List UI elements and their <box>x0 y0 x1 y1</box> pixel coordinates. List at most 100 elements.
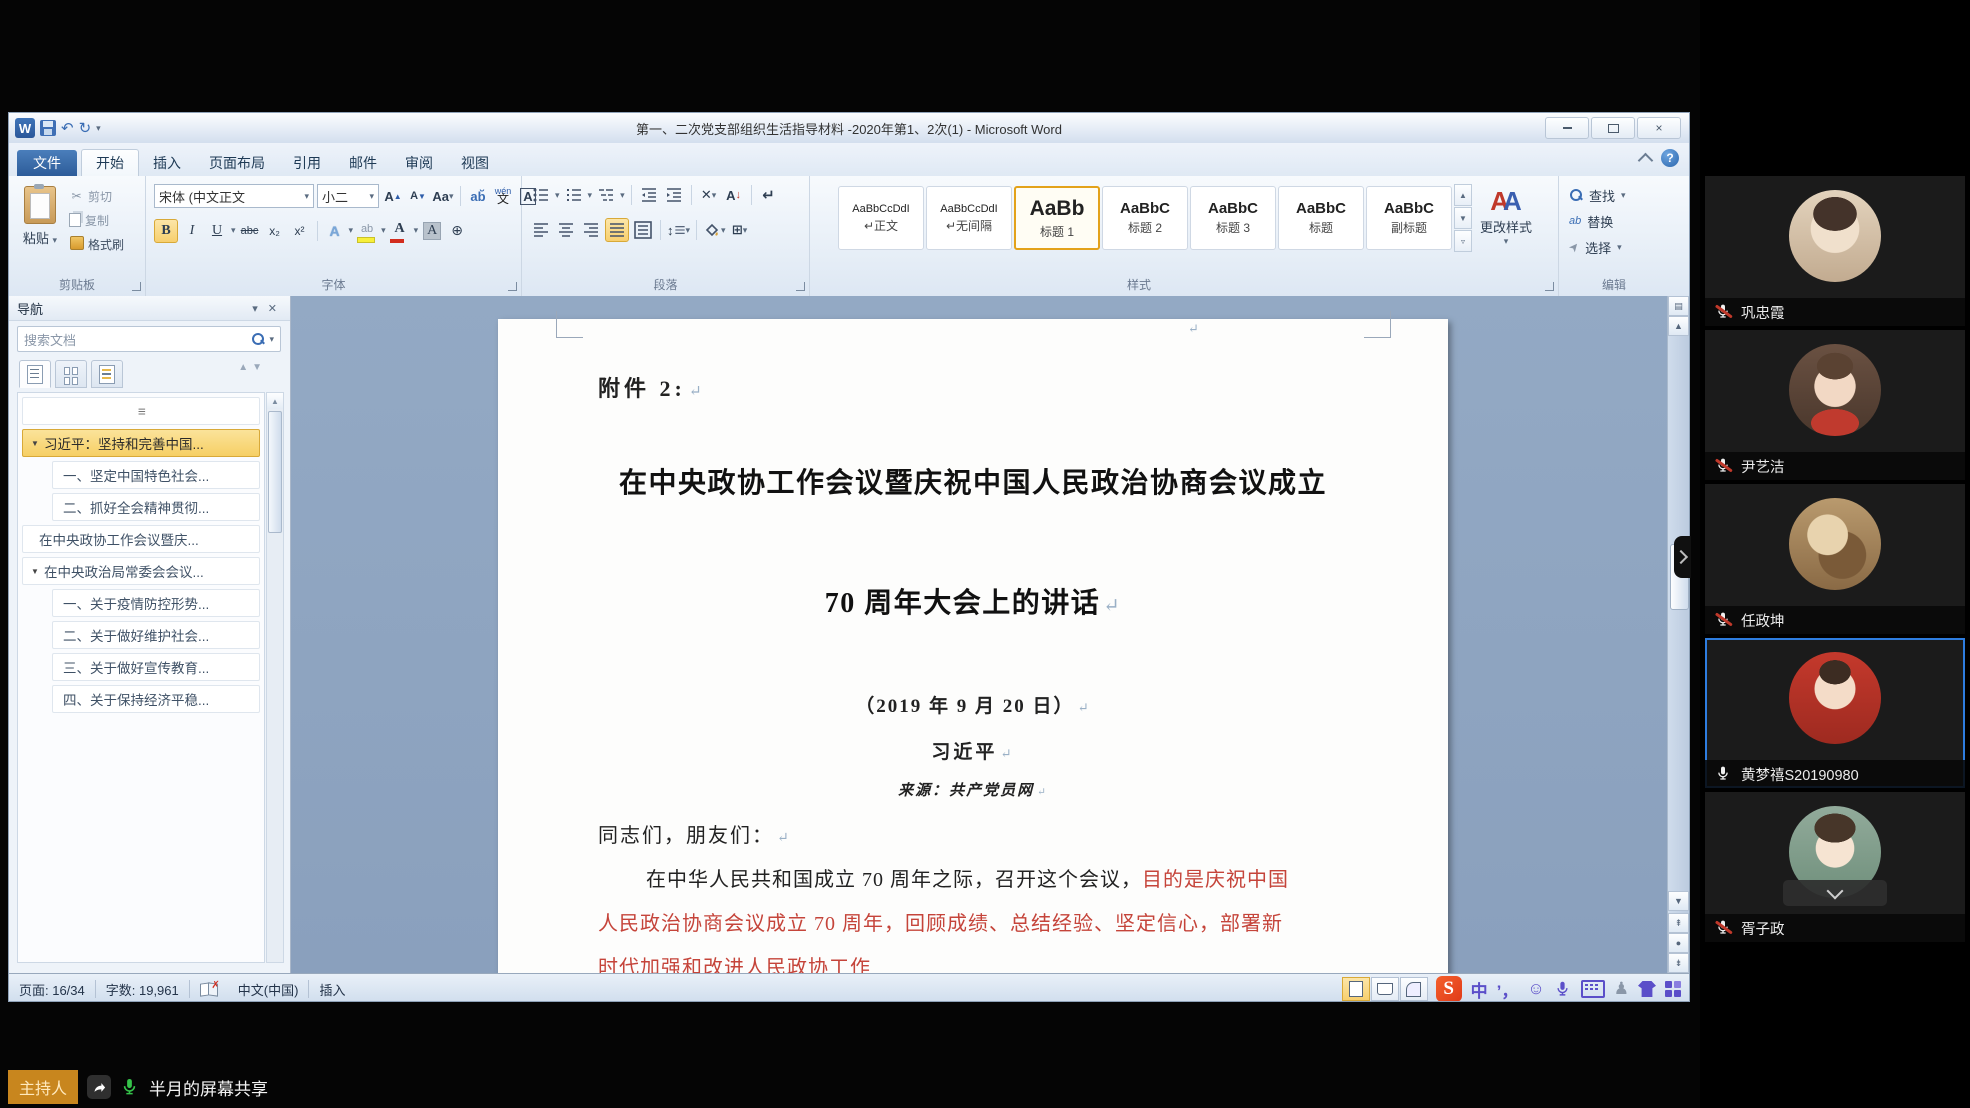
align-center-icon[interactable] <box>555 219 577 241</box>
nav-item[interactable]: 二、抓好全会精神贯彻... <box>52 493 260 521</box>
character-shading-button[interactable]: A <box>421 220 443 242</box>
minimize-button[interactable] <box>1545 117 1589 139</box>
page-indicator[interactable]: 页面: 16/34 <box>9 980 95 999</box>
tab-file[interactable]: 文件 <box>17 150 77 176</box>
search-icon[interactable] <box>251 332 265 346</box>
participant-tile[interactable]: 巩忠霞 <box>1705 176 1965 326</box>
voice-input-icon[interactable] <box>1554 980 1572 998</box>
paste-button[interactable]: 粘贴 ▾ <box>15 184 65 276</box>
asian-layout-icon[interactable]: ✕▾ <box>698 184 720 206</box>
participant-tile-active-speaker[interactable]: 黄梦禧S20190980 <box>1705 638 1965 788</box>
change-styles-button[interactable]: AA 更改样式 ▾ <box>1464 186 1548 247</box>
word-logo-icon[interactable]: W <box>15 118 35 138</box>
borders-icon[interactable]: ⊞▾ <box>729 219 751 241</box>
bold-button[interactable]: B <box>154 219 178 243</box>
nav-tab-pages[interactable] <box>55 360 87 388</box>
punctuation-icon[interactable]: ’， <box>1497 977 1519 1002</box>
italic-button[interactable]: I <box>181 220 203 242</box>
minimize-ribbon-icon[interactable] <box>1638 152 1654 168</box>
nav-tab-headings[interactable] <box>19 360 51 388</box>
font-dialog-launcher-icon[interactable] <box>508 282 517 291</box>
document-scrollbar[interactable]: ▤ ▲ ▼ ⇞ ● ⇟ <box>1667 296 1689 973</box>
cut-button[interactable]: ✂ 剪切 <box>69 184 124 208</box>
search-document-input[interactable]: 搜索文档 ▾ <box>17 326 281 352</box>
bullets-icon[interactable] <box>530 184 552 206</box>
next-page-icon[interactable]: ⇟ <box>1668 953 1689 973</box>
nav-item[interactable]: 一、坚定中国特色社会... <box>52 461 260 489</box>
word-count[interactable]: 字数: 19,961 <box>96 980 189 999</box>
grow-font-button[interactable]: A▲ <box>382 185 404 207</box>
font-color-button[interactable]: A <box>389 218 411 243</box>
nav-item[interactable]: 二、关于做好维护社会... <box>52 621 260 649</box>
nav-item[interactable]: ≡ <box>22 397 260 425</box>
redo-icon[interactable]: ↻ <box>79 121 92 136</box>
qat-customize-icon[interactable]: ▾ <box>96 123 101 134</box>
language-indicator[interactable]: 中文(中国) <box>228 980 309 999</box>
nav-tab-results[interactable] <box>91 360 123 388</box>
copy-button[interactable]: 复制 <box>69 208 124 232</box>
participant-tile[interactable]: 胥子政 <box>1705 792 1965 942</box>
sogou-menu-icon[interactable] <box>1665 981 1681 997</box>
style-heading2[interactable]: AaBbC 标题 2 <box>1102 186 1188 250</box>
reading-view-icon[interactable] <box>1371 977 1399 1001</box>
subscript-button[interactable]: x₂ <box>264 220 286 242</box>
underline-button[interactable]: U <box>206 220 228 242</box>
scroll-down-icon[interactable]: ▼ <box>1668 891 1689 911</box>
previous-heading-icon[interactable]: ▲ <box>238 362 248 373</box>
web-layout-view-icon[interactable] <box>1400 977 1428 1001</box>
nav-item[interactable]: 一、关于疫情防控形势... <box>52 589 260 617</box>
participant-tile[interactable]: 尹艺洁 <box>1705 330 1965 480</box>
select-button[interactable]: ➤ 选择▾ <box>1559 234 1669 260</box>
phonetic-guide-icon[interactable]: wén文 <box>492 185 514 207</box>
tab-insert[interactable]: 插入 <box>139 150 195 176</box>
nav-item[interactable]: 三、关于做好宣传教育... <box>52 653 260 681</box>
tab-references[interactable]: 引用 <box>279 150 335 176</box>
nav-scroll-up-icon[interactable]: ▲ <box>267 393 283 409</box>
insert-mode-indicator[interactable]: 插入 <box>309 980 355 999</box>
print-layout-view-icon[interactable] <box>1342 977 1370 1001</box>
save-icon[interactable] <box>40 120 56 136</box>
nav-scrollbar[interactable]: ▲ <box>266 392 284 963</box>
participant-tile[interactable]: 任政坤 <box>1705 484 1965 634</box>
close-button[interactable]: × <box>1637 117 1681 139</box>
spellcheck-icon[interactable] <box>190 983 228 996</box>
undo-icon[interactable]: ↶ <box>61 121 74 136</box>
tab-page-layout[interactable]: 页面布局 <box>195 150 279 176</box>
tab-review[interactable]: 审阅 <box>391 150 447 176</box>
justify-icon[interactable] <box>605 218 629 242</box>
nav-item-selected[interactable]: ▼ 习近平：坚持和完善中国... <box>22 429 260 457</box>
next-heading-icon[interactable]: ▼ <box>252 362 262 373</box>
nav-item[interactable]: 在中央政协工作会议暨庆... <box>22 525 260 553</box>
style-title[interactable]: AaBbC 标题 <box>1278 186 1364 250</box>
styles-dialog-launcher-icon[interactable] <box>1545 282 1554 291</box>
strikethrough-button[interactable]: abc <box>239 220 261 242</box>
nav-scroll-thumb[interactable] <box>268 411 282 533</box>
show-formatting-marks-icon[interactable]: ↵ <box>758 184 780 206</box>
panel-collapse-handle[interactable] <box>1674 536 1691 578</box>
keyboard-icon[interactable] <box>1581 980 1605 998</box>
increase-indent-icon[interactable] <box>663 184 685 206</box>
nav-item[interactable]: ▼ 在中央政治局常委会会议... <box>22 557 260 585</box>
tab-home[interactable]: 开始 <box>81 149 139 176</box>
find-button[interactable]: 查找▾ <box>1559 182 1669 208</box>
ruler-toggle-icon[interactable]: ▤ <box>1668 296 1689 316</box>
expand-caret-icon[interactable]: ▼ <box>31 567 40 576</box>
previous-page-icon[interactable]: ⇞ <box>1668 913 1689 933</box>
style-heading1[interactable]: AaBb 标题 1 <box>1014 186 1100 250</box>
format-painter-button[interactable]: 格式刷 <box>69 232 124 256</box>
nav-pane-close-icon[interactable]: ✕ <box>263 302 282 315</box>
emoji-icon[interactable]: ☺ <box>1527 979 1544 999</box>
tab-view[interactable]: 视图 <box>447 150 503 176</box>
expand-caret-icon[interactable]: ▼ <box>31 439 40 448</box>
superscript-button[interactable]: x² <box>289 220 311 242</box>
enclose-characters-button[interactable]: ⊕ <box>446 220 468 242</box>
shading-icon[interactable]: ▾ <box>703 219 726 241</box>
clipboard-dialog-launcher-icon[interactable] <box>132 282 141 291</box>
replace-button[interactable]: ab 替换 <box>1559 208 1669 234</box>
numbering-icon[interactable] <box>563 184 585 206</box>
chinese-mode-icon[interactable]: 中 <box>1471 977 1488 1002</box>
maximize-button[interactable] <box>1591 117 1635 139</box>
line-spacing-icon[interactable]: ↕ ▾ <box>667 219 690 241</box>
document-page[interactable]: ↵ 附件 2: 在中央政协工作会议暨庆祝中国人民政治协商会议成立 70 周年大会… <box>498 319 1448 973</box>
font-name-combo[interactable]: 宋体 (中文正文 ▾ <box>154 184 314 208</box>
